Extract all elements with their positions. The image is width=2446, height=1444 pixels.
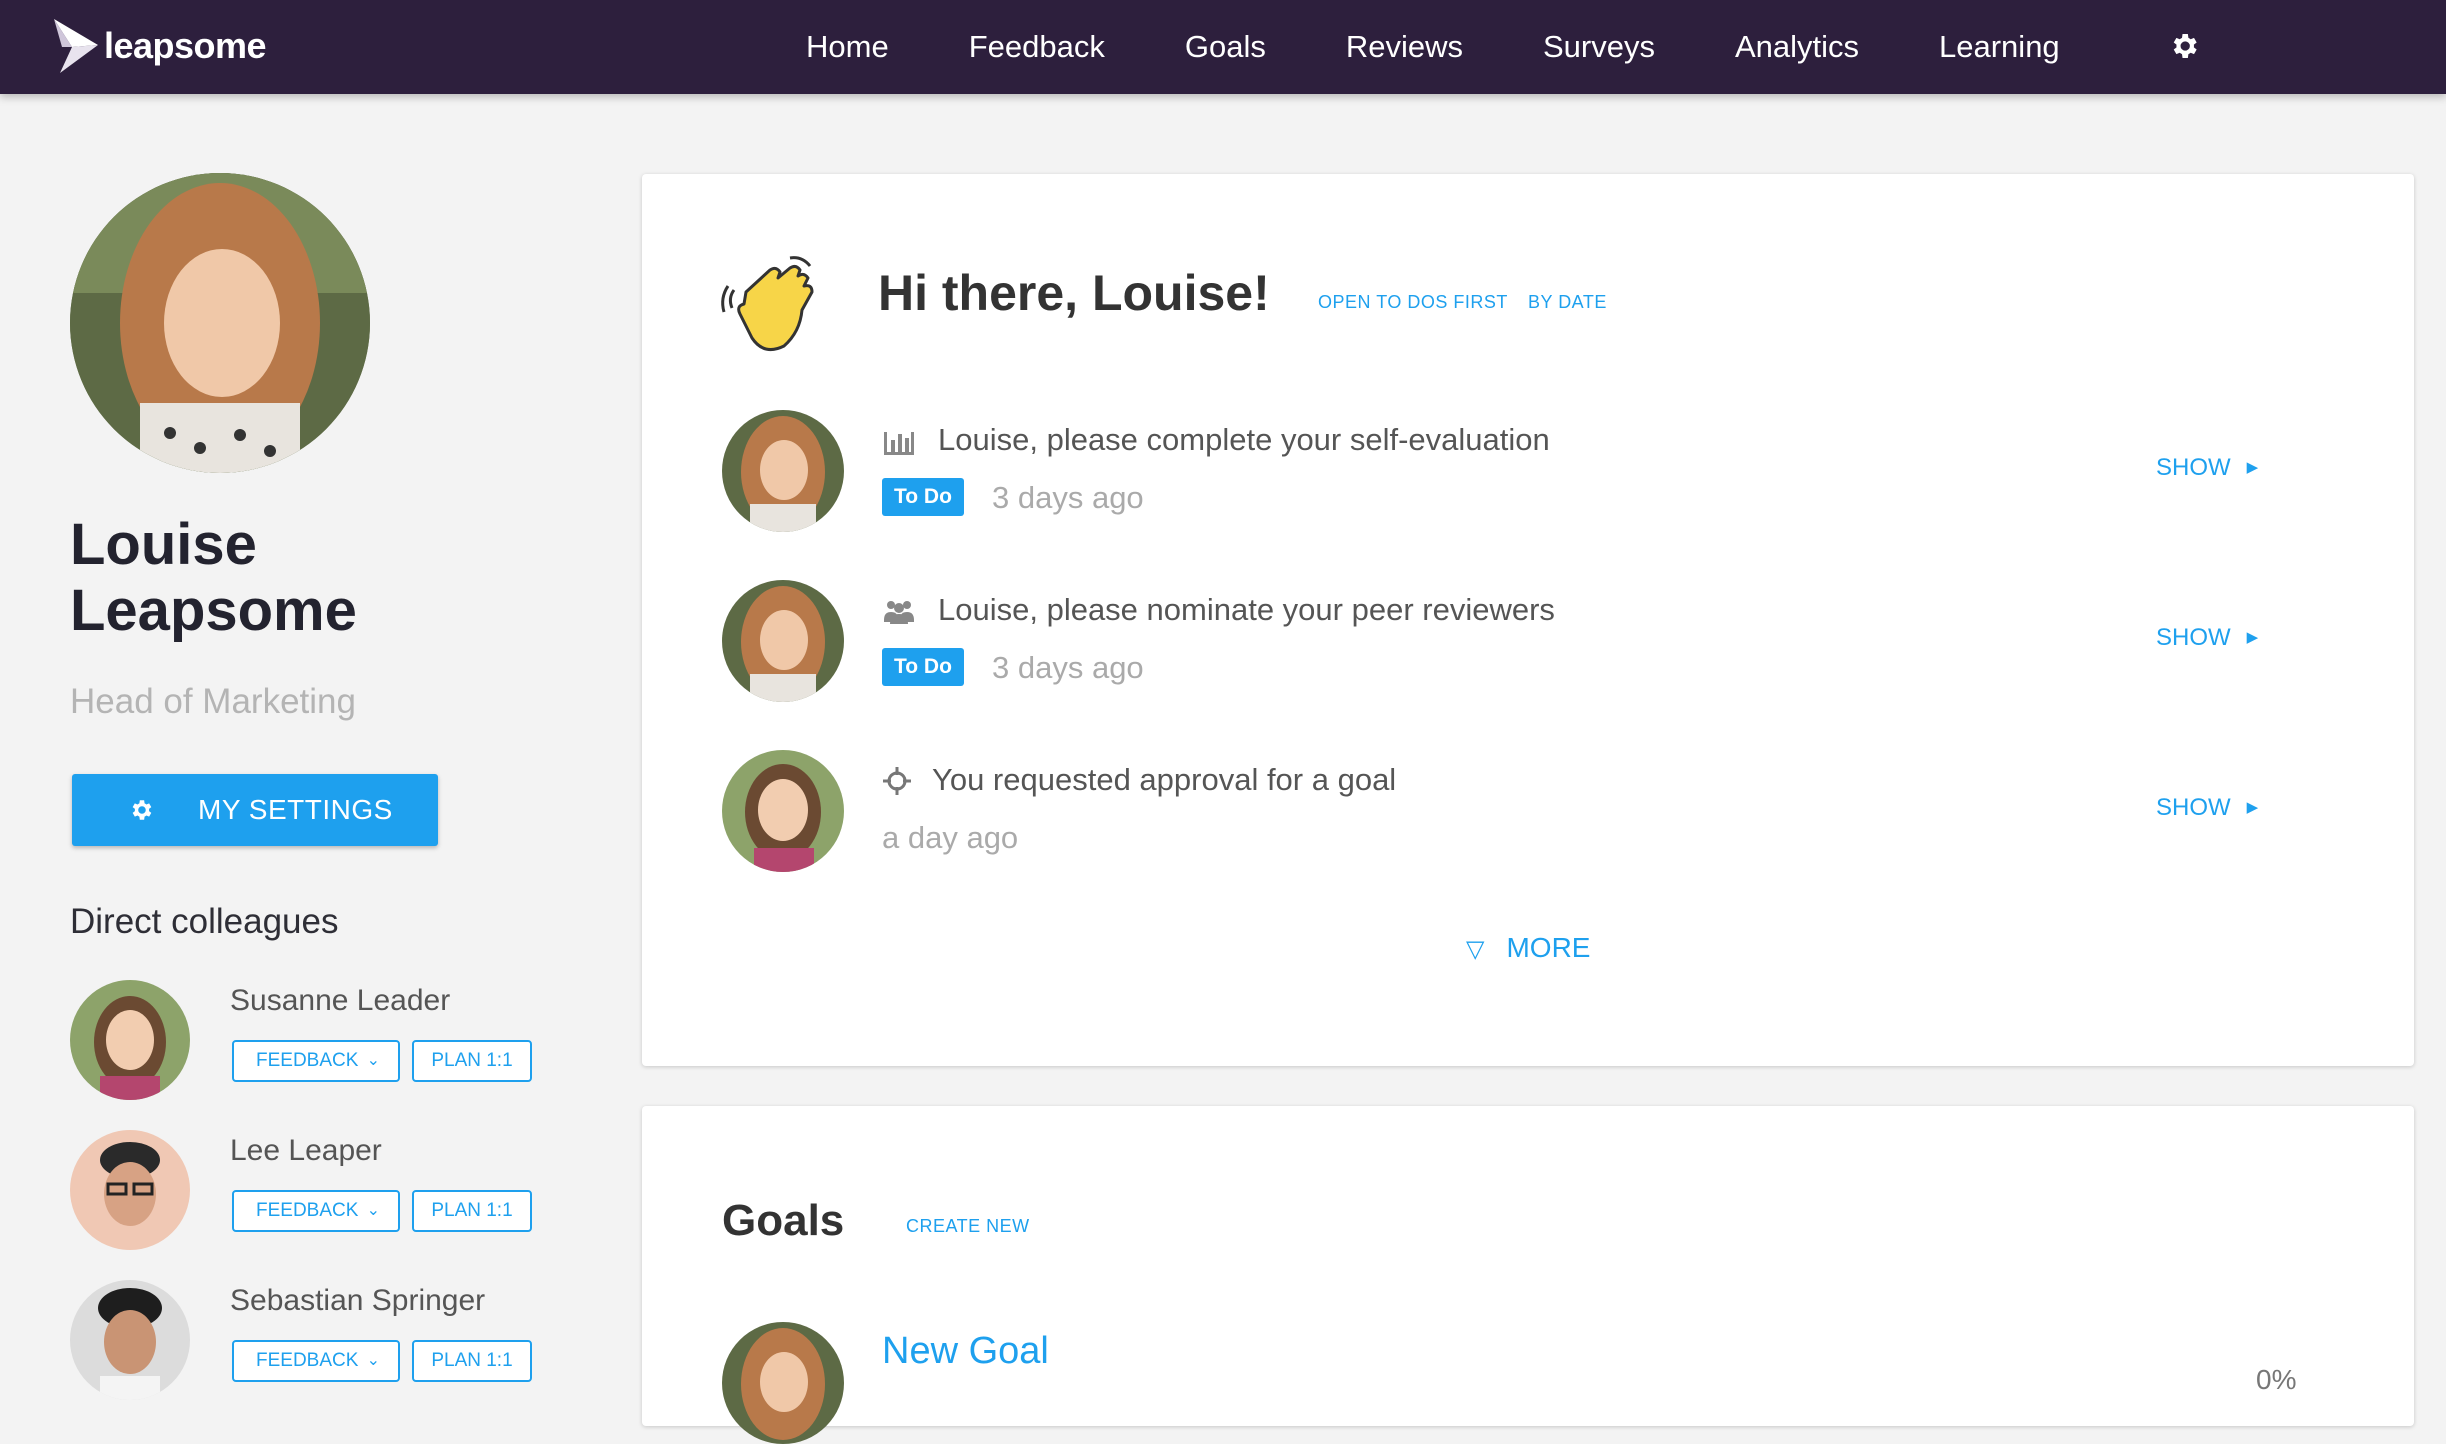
profile-job-title: Head of Marketing: [70, 682, 356, 721]
plan-label: PLAN 1:1: [431, 1200, 513, 1221]
todo-time: 3 days ago: [992, 480, 1144, 515]
todo-time: 3 days ago: [992, 650, 1144, 685]
feedback-label: FEEDBACK: [256, 1050, 359, 1071]
caret-right-icon: ▶: [2246, 629, 2259, 646]
plan-label: PLAN 1:1: [431, 1350, 513, 1371]
waving-hand-icon: [721, 256, 814, 352]
triangle-down-icon: ▽: [1466, 936, 1485, 963]
caret-right-icon: ▶: [2246, 799, 2259, 816]
more-label: MORE: [1506, 932, 1591, 963]
goal-title-link[interactable]: New Goal: [882, 1330, 1049, 1373]
people-icon: [884, 601, 914, 624]
feedback-dropdown-button[interactable]: FEEDBACK ⌄: [232, 1340, 400, 1382]
show-label: SHOW: [2156, 454, 2231, 481]
show-label: SHOW: [2156, 624, 2231, 651]
todo-text: Louise, please nominate your peer review…: [938, 592, 1555, 627]
leapsome-logo-icon: [54, 19, 98, 73]
colleague-item: Susanne Leader FEEDBACK ⌄ PLAN 1:1: [70, 980, 630, 1100]
show-label: SHOW: [2156, 794, 2231, 821]
feedback-dropdown-button[interactable]: FEEDBACK ⌄: [232, 1190, 400, 1232]
chevron-down-icon: ⌄: [366, 1052, 380, 1069]
gear-icon[interactable]: [2168, 30, 2200, 62]
todo-item[interactable]: Louise, please nominate your peer review…: [722, 580, 2322, 702]
plan-one-on-one-button[interactable]: PLAN 1:1: [412, 1040, 532, 1082]
plan-label: PLAN 1:1: [431, 1050, 513, 1071]
colleague-name[interactable]: Sebastian Springer: [230, 1284, 485, 1318]
caret-right-icon: ▶: [2246, 459, 2259, 476]
show-link[interactable]: SHOW ▶: [2156, 624, 2258, 652]
crosshair-icon: [883, 767, 911, 795]
avatar: [722, 580, 844, 702]
profile-name: Louise Leapsome: [70, 512, 357, 643]
goal-progress-percent: 0%: [2256, 1364, 2297, 1395]
todo-status-badge: To Do: [882, 478, 964, 516]
greeting-heading: Hi there, Louise!: [878, 265, 1270, 321]
more-button[interactable]: ▽ MORE: [1466, 932, 1590, 964]
bar-chart-icon: [884, 432, 914, 455]
todo-text: Louise, please complete your self-evalua…: [938, 422, 1550, 457]
nav-feedback[interactable]: Feedback: [969, 29, 1105, 65]
avatar[interactable]: [70, 1130, 190, 1250]
my-settings-label: MY SETTINGS: [198, 794, 393, 825]
avatar[interactable]: [70, 1280, 190, 1400]
gear-icon: [132, 800, 152, 820]
nav-surveys[interactable]: Surveys: [1543, 29, 1655, 65]
chevron-down-icon: ⌄: [366, 1202, 380, 1219]
nav-home[interactable]: Home: [806, 29, 889, 65]
show-link[interactable]: SHOW ▶: [2156, 794, 2258, 822]
colleague-item: Lee Leaper FEEDBACK ⌄ PLAN 1:1: [70, 1130, 630, 1250]
plan-one-on-one-button[interactable]: PLAN 1:1: [412, 1190, 532, 1232]
colleague-name[interactable]: Lee Leaper: [230, 1134, 382, 1168]
create-new-goal-link[interactable]: CREATE NEW: [906, 1216, 1030, 1237]
profile-photo: [70, 173, 370, 473]
feedback-label: FEEDBACK: [256, 1200, 359, 1221]
todo-time: a day ago: [882, 820, 1019, 855]
colleague-name[interactable]: Susanne Leader: [230, 984, 450, 1018]
my-settings-button[interactable]: MY SETTINGS: [72, 774, 438, 846]
nav-reviews[interactable]: Reviews: [1346, 29, 1463, 65]
nav-learning[interactable]: Learning: [1939, 29, 2060, 65]
direct-colleagues-heading: Direct colleagues: [70, 902, 339, 941]
todos-card: Hi there, Louise! OPEN TO DOS FIRST BY D…: [642, 174, 2414, 1066]
brand-name: leapsome: [104, 25, 267, 66]
profile-avatar[interactable]: [70, 173, 370, 473]
chevron-down-icon: ⌄: [366, 1352, 380, 1369]
avatar: [722, 750, 844, 872]
todo-text: You requested approval for a goal: [932, 762, 1397, 797]
show-link[interactable]: SHOW ▶: [2156, 454, 2258, 482]
nav-goals[interactable]: Goals: [1185, 29, 1266, 65]
goals-card: Goals CREATE NEW New Goal 0%: [642, 1106, 2414, 1444]
brand-logo[interactable]: leapsome: [50, 16, 267, 76]
top-navigation-bar: leapsome Home Feedback Goals Reviews Sur…: [0, 0, 2446, 94]
todo-item[interactable]: Louise, please complete your self-evalua…: [722, 410, 2322, 532]
todo-status-badge: To Do: [882, 648, 964, 686]
feedback-dropdown-button[interactable]: FEEDBACK ⌄: [232, 1040, 400, 1082]
avatar[interactable]: [70, 980, 190, 1100]
main-nav: Home Feedback Goals Reviews Surveys Anal…: [806, 0, 2140, 94]
feedback-label: FEEDBACK: [256, 1350, 359, 1371]
nav-analytics[interactable]: Analytics: [1735, 29, 1859, 65]
goals-heading: Goals: [722, 1196, 845, 1245]
plan-one-on-one-button[interactable]: PLAN 1:1: [412, 1340, 532, 1382]
sort-by-date-link[interactable]: BY DATE: [1528, 292, 1607, 313]
avatar: [722, 410, 844, 532]
avatar: [722, 1322, 844, 1444]
sort-open-todos-first-link[interactable]: OPEN TO DOS FIRST: [1318, 292, 1508, 313]
todo-item[interactable]: You requested approval for a goal a day …: [722, 750, 2322, 872]
colleague-item: Sebastian Springer FEEDBACK ⌄ PLAN 1:1: [70, 1280, 630, 1400]
